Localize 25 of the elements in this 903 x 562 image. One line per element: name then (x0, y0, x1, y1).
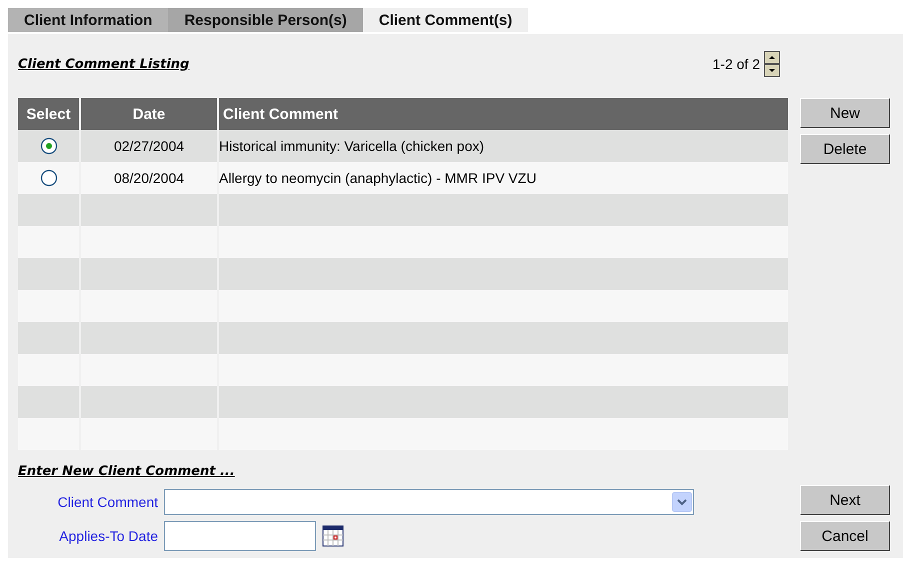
tab[interactable]: Client Information (8, 8, 168, 32)
radio-button[interactable] (40, 169, 58, 188)
field-label: Applies-To Date (58, 528, 158, 544)
calendar-icon[interactable] (322, 525, 344, 547)
column-header: Select (18, 98, 80, 130)
column-header: Client Comment (218, 98, 788, 130)
comment-dropdown[interactable] (164, 489, 694, 515)
table-cell: 02/27/2004 (80, 130, 218, 162)
tab[interactable]: Client Comment(s) (362, 8, 528, 32)
action-button[interactable]: Delete (800, 134, 890, 164)
tab[interactable]: Responsible Person(s) (168, 8, 363, 32)
date-input-field[interactable] (164, 521, 316, 551)
action-button[interactable]: New (800, 98, 890, 128)
radio-button[interactable] (40, 137, 58, 156)
action-button[interactable]: Next (800, 485, 890, 515)
pager-count: 1-2 of 2 (712, 56, 760, 72)
section-title: Client Comment Listing (18, 56, 190, 72)
table-cell: 08/20/2004 (80, 162, 218, 194)
action-button[interactable]: Cancel (800, 521, 890, 551)
spinner-icon[interactable] (764, 51, 780, 77)
section-title: Enter New Client Comment ... (18, 464, 235, 479)
column-header: Date (80, 98, 218, 130)
table-cell: Historical immunity: Varicella (chicken pox) (218, 130, 788, 162)
table-cell: Allergy to neomycin (anaphylactic) - MMR IPV VZU (218, 162, 788, 194)
field-label: Client Comment (56, 494, 158, 510)
